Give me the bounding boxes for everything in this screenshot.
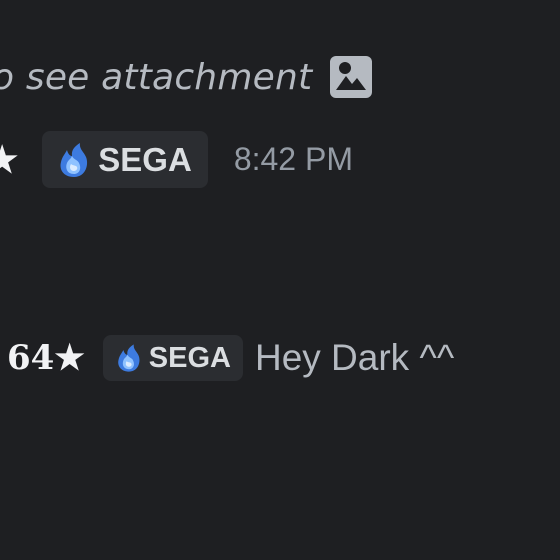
reply-preview[interactable]: o see attachment bbox=[0, 56, 373, 98]
message-header: ★ SEGA 8:42 PM bbox=[0, 131, 353, 188]
guild-tag-label: SEGA bbox=[98, 140, 192, 178]
timestamp[interactable]: 8:42 PM bbox=[234, 141, 353, 178]
reply-preview-text: o see attachment bbox=[0, 56, 313, 98]
guild-tag[interactable]: SEGA bbox=[42, 131, 208, 188]
username[interactable]: ★ bbox=[0, 139, 18, 181]
image-icon bbox=[330, 56, 373, 98]
blue-flame-icon bbox=[54, 140, 94, 180]
message-row: 64★ SEGA Hey Dark ^^ bbox=[7, 335, 454, 381]
guild-tag[interactable]: SEGA bbox=[102, 335, 243, 381]
guild-tag-label: SEGA bbox=[148, 341, 231, 374]
blue-flame-icon bbox=[113, 342, 145, 374]
message-content: Hey Dark ^^ bbox=[254, 337, 455, 378]
username[interactable]: 64★ bbox=[7, 338, 85, 378]
